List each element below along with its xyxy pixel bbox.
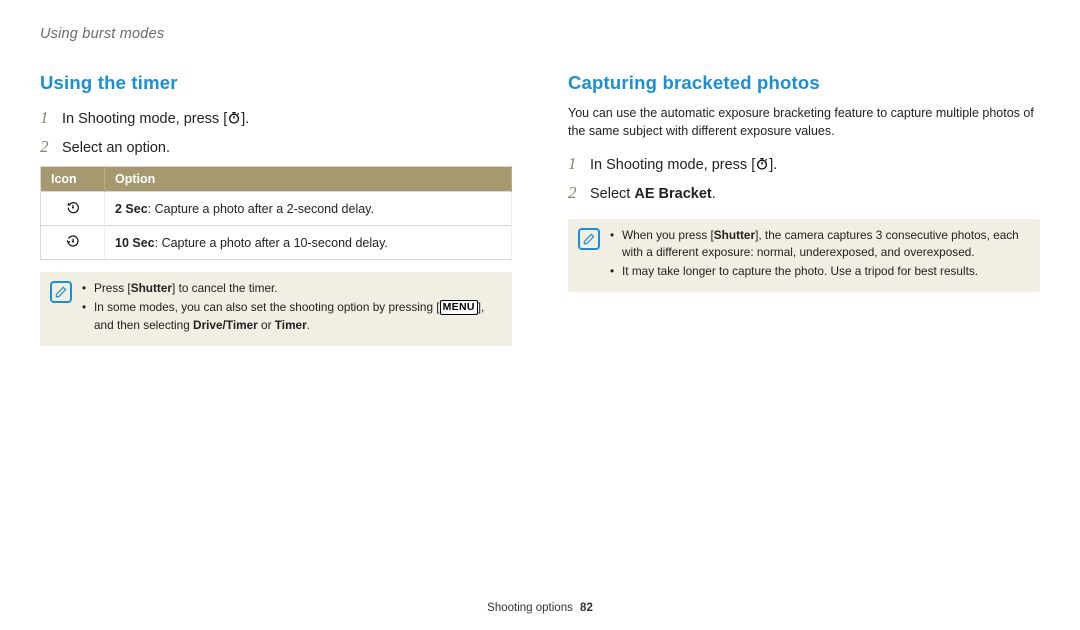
right-column: Capturing bracketed photos You can use t… <box>568 72 1040 346</box>
option-cell: 10 Sec: Capture a photo after a 10-secon… <box>105 226 512 260</box>
manual-page: Using burst modes Using the timer 1 In S… <box>0 0 1080 630</box>
timer-icon <box>755 157 769 171</box>
step-text: Select AE Bracket. <box>590 183 716 206</box>
step-text: In Shooting mode, press []. <box>62 108 249 131</box>
two-column-layout: Using the timer 1 In Shooting mode, pres… <box>40 72 1040 346</box>
note-item: It may take longer to capture the photo.… <box>610 263 1028 280</box>
note-list: Press [Shutter] to cancel the timer. In … <box>82 280 500 335</box>
step-text: In Shooting mode, press []. <box>590 154 777 177</box>
breadcrumb: Using burst modes <box>40 26 1040 42</box>
page-footer: Shooting options 82 <box>0 602 1080 614</box>
note-icon <box>578 228 600 250</box>
bracket-steps: 1 In Shooting mode, press []. 2 Select A… <box>568 150 1040 206</box>
note-item: In some modes, you can also set the shoo… <box>82 299 500 333</box>
note-list: When you press [Shutter], the camera cap… <box>610 227 1028 282</box>
timer-10s-icon <box>65 233 81 249</box>
icon-cell-10sec <box>41 226 105 260</box>
bracket-intro: You can use the automatic exposure brack… <box>568 104 1040 140</box>
step-2: 2 Select AE Bracket. <box>568 179 1040 206</box>
step-2: 2 Select an option. <box>40 133 512 160</box>
col-icon-header: Icon <box>41 167 105 192</box>
step-number: 1 <box>40 104 54 131</box>
table-row: 10 Sec: Capture a photo after a 10-secon… <box>41 226 512 260</box>
footer-section: Shooting options <box>487 602 573 614</box>
left-column: Using the timer 1 In Shooting mode, pres… <box>40 72 512 346</box>
section-title-bracket: Capturing bracketed photos <box>568 72 1040 94</box>
timer-2s-icon <box>65 199 81 215</box>
page-number: 82 <box>580 602 593 614</box>
col-option-header: Option <box>105 167 512 192</box>
table-row: 2 Sec: Capture a photo after a 2-second … <box>41 192 512 226</box>
step-number: 1 <box>568 150 582 177</box>
note-icon <box>50 281 72 303</box>
option-cell: 2 Sec: Capture a photo after a 2-second … <box>105 192 512 226</box>
section-title-timer: Using the timer <box>40 72 512 94</box>
step-number: 2 <box>40 133 54 160</box>
step-1: 1 In Shooting mode, press []. <box>568 150 1040 177</box>
step-text: Select an option. <box>62 137 170 160</box>
timer-icon <box>227 111 241 125</box>
menu-badge-icon: MENU <box>440 300 478 315</box>
step-1: 1 In Shooting mode, press []. <box>40 104 512 131</box>
note-box-bracket: When you press [Shutter], the camera cap… <box>568 219 1040 292</box>
note-item: Press [Shutter] to cancel the timer. <box>82 280 500 297</box>
timer-options-table: Icon Option <box>40 166 512 260</box>
icon-cell-2sec <box>41 192 105 226</box>
timer-steps: 1 In Shooting mode, press []. 2 Select a… <box>40 104 512 160</box>
step-number: 2 <box>568 179 582 206</box>
note-box-timer: Press [Shutter] to cancel the timer. In … <box>40 272 512 345</box>
note-item: When you press [Shutter], the camera cap… <box>610 227 1028 261</box>
